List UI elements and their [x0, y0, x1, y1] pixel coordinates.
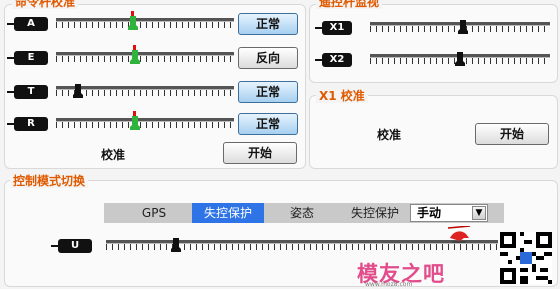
stick-thumb-a[interactable] [128, 16, 138, 30]
stick-status-button-e[interactable]: 反向 [238, 47, 298, 69]
x1-calibration-title: X1 校准 [316, 89, 368, 103]
monitor-tag-x1: X1 [315, 21, 352, 35]
stick-row-r: R 正常 [7, 111, 300, 135]
mode-attitude[interactable]: 姿态 [266, 203, 338, 223]
stick-calibrate-label: 校准 [101, 148, 126, 162]
watermark-url: www.moz8.com [365, 281, 413, 288]
control-mode-title: 控制模式切换 [10, 174, 89, 188]
monitor-row-x1: X1 [315, 17, 550, 39]
stick-thumb-t[interactable] [73, 84, 83, 98]
monitor-tag-x2: X2 [315, 53, 352, 67]
stick-start-button[interactable]: 开始 [223, 142, 297, 164]
mode-select[interactable]: 手动 ▼ [410, 204, 488, 222]
stick-row-e: E 反向 [7, 45, 300, 69]
u-channel-row: U [51, 235, 498, 257]
monitor-row-x2: X2 [315, 49, 550, 71]
stick-tag-r: R [7, 117, 48, 131]
chevron-down-icon[interactable]: ▼ [472, 206, 486, 220]
u-channel-tag: U [51, 239, 92, 253]
stick-track-r [56, 111, 234, 132]
monitor-title: 遥控杆监视 [316, 0, 383, 9]
mode-select-value: 手动 [417, 206, 442, 220]
stick-track-e [56, 45, 234, 66]
stick-status-button-r[interactable]: 正常 [238, 113, 298, 135]
stick-row-t: T 正常 [7, 81, 300, 103]
mode-bar: GPS 失控保护 姿态 失控保护 手动 ▼ [104, 203, 504, 223]
stick-tag-a: A [7, 17, 48, 31]
control-mode-panel [4, 180, 558, 287]
stick-thumb-e[interactable] [130, 50, 140, 64]
stick-track-a [56, 11, 234, 32]
monitor-thumb-x2 [455, 52, 465, 66]
monitor-track-x2 [370, 52, 550, 68]
mode-failsafe-active[interactable]: 失控保护 [192, 203, 264, 223]
x1-start-button[interactable]: 开始 [475, 123, 549, 145]
stick-calibration-title: 命令杆校准 [12, 0, 79, 9]
stick-thumb-r[interactable] [130, 116, 140, 130]
mode-gps[interactable]: GPS [118, 203, 190, 223]
stick-track-t [56, 84, 234, 100]
stick-tag-t: T [7, 85, 48, 99]
helicopter-icon [447, 226, 471, 243]
monitor-track-x1 [370, 20, 550, 36]
x1-calibrate-label: 校准 [377, 128, 402, 142]
u-channel-track [106, 238, 498, 254]
qr-code-image [500, 232, 552, 284]
mode-failsafe[interactable]: 失控保护 [340, 203, 410, 223]
stick-status-button-t[interactable]: 正常 [238, 81, 298, 103]
u-channel-thumb[interactable] [171, 238, 181, 252]
stick-tag-e: E [7, 51, 48, 65]
stick-status-button-a[interactable]: 正常 [238, 13, 298, 35]
stick-row-a: A 正常 [7, 11, 300, 35]
monitor-thumb-x1 [458, 20, 468, 34]
monitor-panel [309, 4, 558, 83]
